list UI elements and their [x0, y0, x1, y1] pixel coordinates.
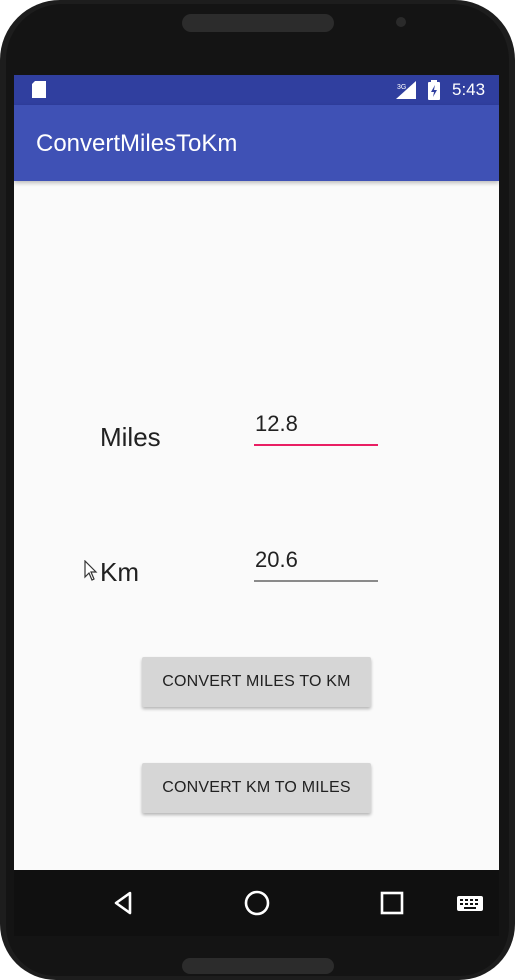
km-input-value[interactable]: 20.6 [255, 547, 298, 573]
miles-label: Miles [100, 422, 161, 452]
bottom-speaker [182, 958, 334, 974]
km-label: Km [100, 557, 139, 587]
top-speaker [182, 14, 334, 32]
keyboard-icon[interactable] [456, 889, 484, 917]
navigation-bar [14, 870, 499, 936]
front-camera [396, 17, 406, 27]
signal-icon: 3G [396, 81, 416, 99]
convert-miles-to-km-button[interactable]: CONVERT MILES TO KM [142, 657, 371, 707]
km-input[interactable]: 20.6 [254, 541, 378, 585]
miles-input-underline [254, 444, 378, 446]
network-type-label: 3G [397, 84, 406, 91]
app-screen: 3G 5:43 ConvertMilesToKm Miles 12.8 Km 2… [14, 75, 499, 870]
app-title: ConvertMilesToKm [36, 130, 238, 157]
miles-input-value[interactable]: 12.8 [255, 411, 298, 437]
km-input-underline [254, 580, 378, 582]
status-bar: 3G 5:43 [14, 75, 499, 105]
phone-frame: 3G 5:43 ConvertMilesToKm Miles 12.8 Km 2… [0, 0, 515, 980]
battery-icon [428, 80, 440, 100]
home-icon[interactable] [243, 889, 271, 917]
back-icon[interactable] [110, 889, 138, 917]
convert-km-to-miles-button[interactable]: CONVERT KM TO MILES [142, 763, 371, 813]
recents-icon[interactable] [378, 889, 406, 917]
miles-input[interactable]: 12.8 [254, 405, 378, 449]
mouse-pointer-icon [84, 560, 98, 581]
app-bar: ConvertMilesToKm [14, 105, 499, 181]
sd-card-icon [32, 81, 46, 98]
status-time: 5:43 [452, 80, 486, 99]
